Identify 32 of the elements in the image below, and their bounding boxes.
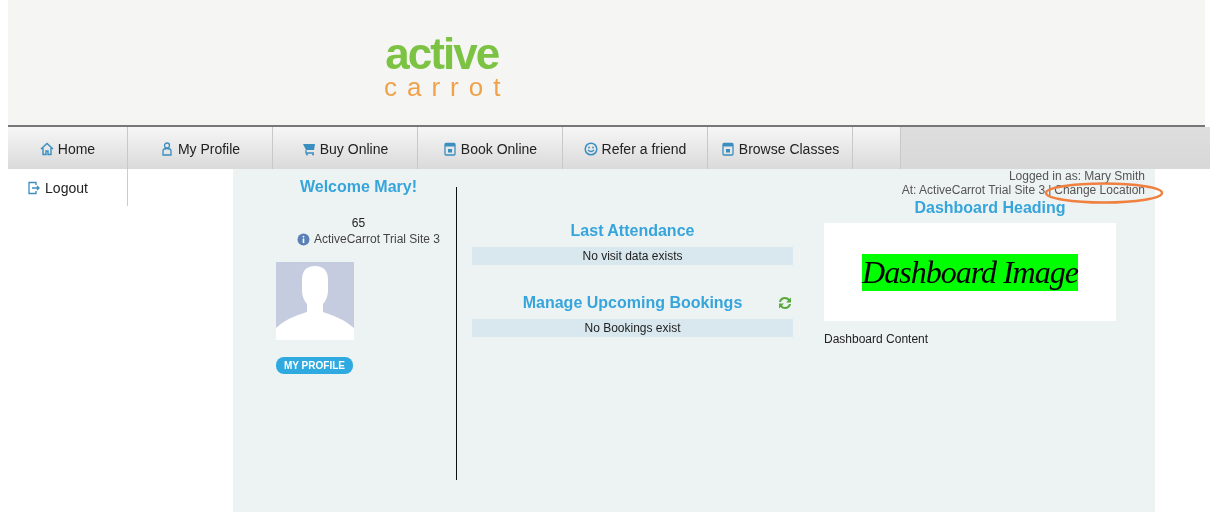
- logo-subtitle: carrot: [384, 73, 511, 100]
- refresh-icon[interactable]: [777, 295, 793, 311]
- cart-icon: [301, 142, 316, 156]
- calendar-icon: [720, 142, 735, 156]
- nav-tab[interactable]: My Profile: [128, 127, 273, 169]
- logo-wordmark: active: [385, 31, 499, 76]
- image-caption: Dashboard Image: [862, 253, 1078, 291]
- empty-message: No visit data exists: [472, 247, 793, 265]
- site-name: ActiveCarrot Trial Site 3: [313, 232, 440, 246]
- person-icon: [159, 142, 174, 156]
- logged-in-text: Logged in as: Mary Smith: [1008, 169, 1145, 183]
- nav-tab[interactable]: Refer a friend: [563, 127, 708, 169]
- welcome-heading: Welcome Mary!: [299, 178, 418, 196]
- logout-icon: [27, 180, 42, 195]
- nav-tab[interactable]: Browse Classes: [708, 127, 853, 169]
- nav-tab[interactable]: Buy Online: [273, 127, 418, 169]
- nav-tab[interactable]: Book Online: [418, 127, 563, 169]
- nav-tab[interactable]: Home: [8, 127, 128, 169]
- empty-message: No Bookings exist: [472, 319, 793, 337]
- section-heading: Manage Upcoming Bookings: [522, 294, 743, 312]
- home-icon: [39, 142, 54, 156]
- info-icon: [296, 232, 310, 246]
- smiley-icon: [583, 142, 598, 156]
- location-text: At: ActiveCarrot Trial Site 3: [901, 183, 1046, 197]
- member-number: 65: [351, 216, 366, 230]
- dashboard-heading: Dashboard Heading: [913, 199, 1067, 217]
- nav-tab-blank: [853, 127, 901, 169]
- change-location-link[interactable]: Change Location: [1054, 183, 1145, 197]
- logout-link[interactable]: Logout: [8, 169, 128, 206]
- calendar-icon: [442, 142, 457, 156]
- section-heading: Last Attendance: [570, 222, 695, 240]
- dashboard-content: Dashboard Content: [824, 332, 930, 346]
